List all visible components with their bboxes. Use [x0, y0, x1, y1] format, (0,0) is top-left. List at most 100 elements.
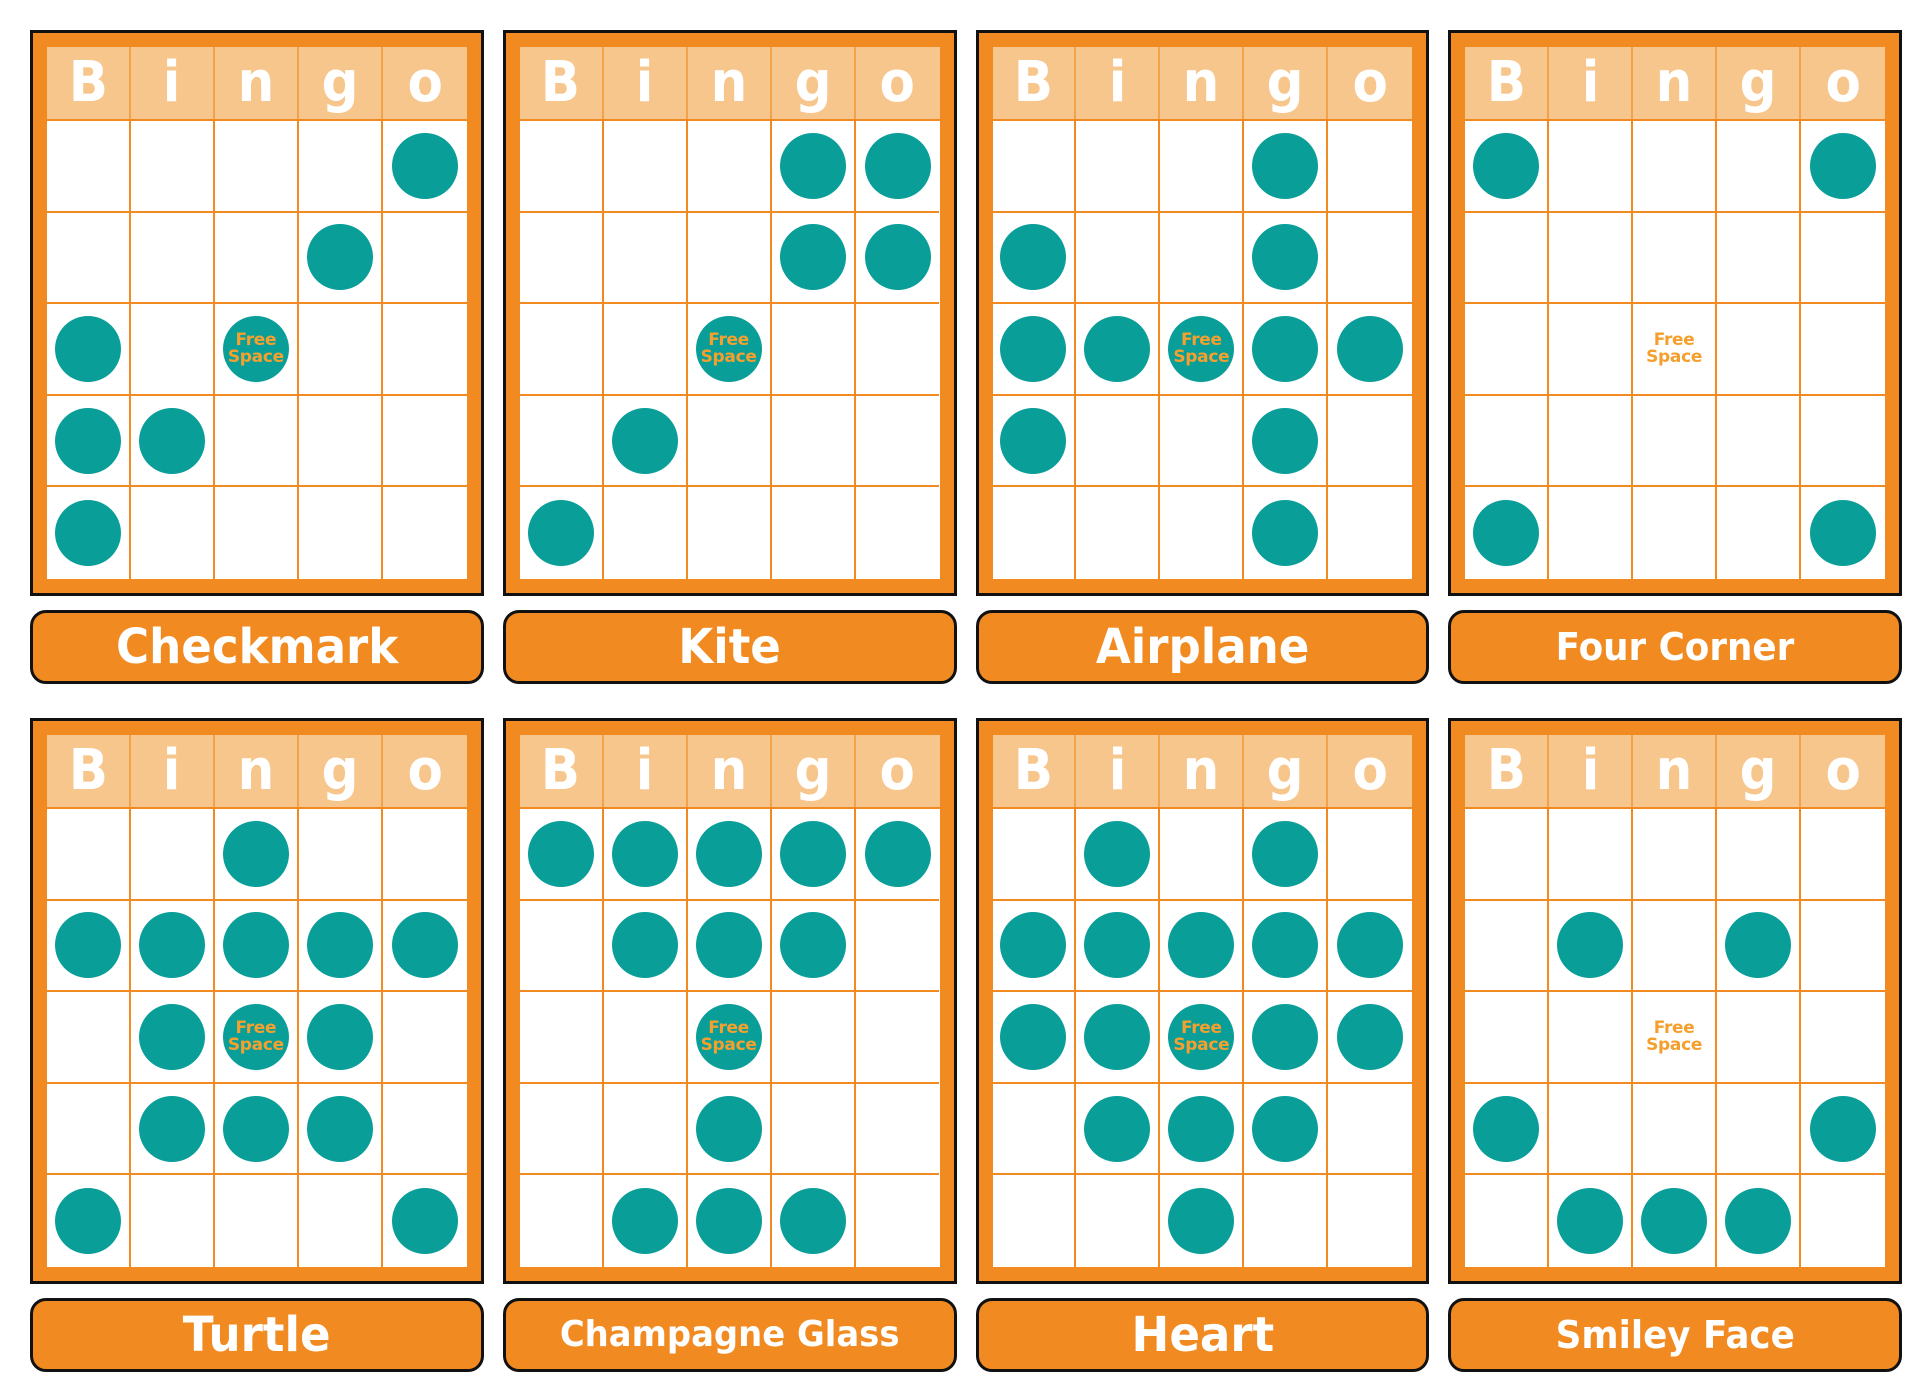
bingo-cell-O4[interactable]: [855, 1084, 940, 1176]
bingo-cell-I1[interactable]: [130, 121, 215, 213]
bingo-cell-B4[interactable]: [1465, 1083, 1550, 1176]
bingo-cell-B3[interactable]: [992, 992, 1077, 1084]
bingo-cell-B4[interactable]: [992, 395, 1077, 488]
bingo-cell-O5[interactable]: [856, 1175, 940, 1267]
bingo-cell-O3[interactable]: [855, 304, 940, 396]
bingo-cell-G4[interactable]: [1244, 1083, 1329, 1176]
bingo-cell-N1[interactable]: [687, 809, 772, 901]
bingo-cell-B3[interactable]: [992, 304, 1077, 396]
bingo-cell-I5[interactable]: [1076, 1175, 1161, 1267]
bingo-cell-I3[interactable]: [130, 304, 215, 396]
bingo-cell-O3[interactable]: [382, 304, 467, 396]
bingo-cell-I2[interactable]: [1549, 212, 1634, 305]
bingo-cell-G4[interactable]: [298, 1083, 383, 1176]
bingo-cell-O1[interactable]: [855, 809, 940, 901]
bingo-cell-I2[interactable]: [603, 212, 688, 305]
bingo-cell-N5[interactable]: [1633, 1175, 1718, 1267]
bingo-cell-B2[interactable]: [519, 212, 604, 305]
bingo-cell-O1[interactable]: [382, 809, 467, 901]
bingo-cell-I2[interactable]: [1549, 900, 1634, 993]
bingo-cell-G5[interactable]: [772, 487, 856, 579]
bingo-cell-I3[interactable]: [1549, 992, 1634, 1084]
bingo-cell-O2[interactable]: [1328, 901, 1413, 993]
bingo-cell-G1[interactable]: [771, 809, 856, 901]
bingo-cell-I4[interactable]: [1549, 1083, 1634, 1176]
bingo-cell-N3[interactable]: Free Space: [687, 992, 772, 1084]
bingo-cell-N1[interactable]: [214, 809, 299, 901]
bingo-cell-N2[interactable]: [687, 212, 772, 305]
bingo-cell-O1[interactable]: [1801, 809, 1885, 901]
bingo-cell-G5[interactable]: [299, 1175, 383, 1267]
bingo-cell-N5[interactable]: [1160, 1175, 1245, 1267]
bingo-cell-O2[interactable]: [1328, 213, 1413, 305]
bingo-cell-N5[interactable]: [215, 1175, 299, 1267]
bingo-cell-G1[interactable]: [1244, 809, 1329, 901]
bingo-cell-B5[interactable]: [520, 1175, 604, 1267]
bingo-cell-I5[interactable]: [131, 487, 215, 579]
bingo-cell-I4[interactable]: [603, 1083, 688, 1176]
bingo-cell-G5[interactable]: [1717, 1175, 1802, 1267]
bingo-cell-I5[interactable]: [604, 487, 688, 579]
bingo-cell-O5[interactable]: [1801, 1175, 1885, 1267]
bingo-cell-N4[interactable]: [214, 395, 299, 488]
bingo-cell-O2[interactable]: [855, 901, 940, 993]
bingo-cell-B5[interactable]: [993, 487, 1077, 579]
bingo-cell-B3[interactable]: [1465, 992, 1550, 1084]
bingo-cell-N5[interactable]: [688, 1175, 772, 1267]
bingo-cell-O4[interactable]: [855, 396, 940, 488]
bingo-cell-O3[interactable]: [1801, 304, 1885, 396]
bingo-cell-B3[interactable]: [519, 304, 604, 396]
bingo-cell-I4[interactable]: [1076, 1083, 1161, 1176]
bingo-cell-N1[interactable]: [687, 121, 772, 213]
bingo-cell-O5[interactable]: [383, 487, 467, 579]
bingo-cell-G5[interactable]: [299, 487, 383, 579]
bingo-cell-O5[interactable]: [1801, 487, 1885, 579]
bingo-cell-N4[interactable]: [1633, 395, 1718, 488]
bingo-cell-O1[interactable]: [855, 121, 940, 213]
bingo-cell-G3[interactable]: [771, 992, 856, 1084]
bingo-cell-N3[interactable]: Free Space: [214, 992, 299, 1084]
bingo-cell-N4[interactable]: [1160, 1083, 1245, 1176]
bingo-cell-O4[interactable]: [1328, 396, 1413, 488]
bingo-cell-I3[interactable]: [1076, 304, 1161, 396]
bingo-cell-I2[interactable]: [130, 900, 215, 993]
bingo-cell-B3[interactable]: [47, 304, 131, 396]
bingo-cell-G2[interactable]: [771, 212, 856, 305]
bingo-cell-I1[interactable]: [603, 809, 688, 901]
bingo-cell-O3[interactable]: [1328, 304, 1413, 396]
bingo-cell-B2[interactable]: [992, 900, 1077, 993]
bingo-cell-N4[interactable]: [214, 1083, 299, 1176]
bingo-cell-B1[interactable]: [992, 809, 1077, 901]
bingo-cell-B4[interactable]: [519, 1083, 604, 1176]
bingo-cell-G3[interactable]: [771, 304, 856, 396]
bingo-cell-O4[interactable]: [382, 396, 467, 488]
bingo-cell-B5[interactable]: [1465, 487, 1550, 579]
bingo-cell-I3[interactable]: [603, 992, 688, 1084]
bingo-cell-G3[interactable]: [298, 304, 383, 396]
bingo-cell-N1[interactable]: [1633, 121, 1718, 213]
bingo-cell-O5[interactable]: [856, 487, 940, 579]
bingo-cell-B4[interactable]: [992, 1083, 1077, 1176]
bingo-cell-G4[interactable]: [771, 395, 856, 488]
bingo-cell-I1[interactable]: [130, 809, 215, 901]
bingo-cell-I5[interactable]: [1076, 487, 1161, 579]
bingo-cell-O1[interactable]: [1801, 121, 1885, 213]
bingo-cell-I2[interactable]: [603, 900, 688, 993]
bingo-cell-N5[interactable]: [1633, 487, 1718, 579]
bingo-cell-O2[interactable]: [382, 901, 467, 993]
bingo-cell-I5[interactable]: [604, 1175, 688, 1267]
bingo-cell-G1[interactable]: [1244, 121, 1329, 213]
bingo-cell-O5[interactable]: [383, 1175, 467, 1267]
bingo-cell-O4[interactable]: [1328, 1084, 1413, 1176]
bingo-cell-G1[interactable]: [771, 121, 856, 213]
bingo-cell-N1[interactable]: [1633, 809, 1718, 901]
bingo-cell-I4[interactable]: [1076, 395, 1161, 488]
bingo-cell-N4[interactable]: [1160, 395, 1245, 488]
bingo-cell-N5[interactable]: [215, 487, 299, 579]
bingo-cell-B2[interactable]: [1465, 212, 1550, 305]
bingo-cell-G1[interactable]: [298, 121, 383, 213]
bingo-cell-N1[interactable]: [214, 121, 299, 213]
bingo-cell-I2[interactable]: [1076, 212, 1161, 305]
bingo-cell-O5[interactable]: [1328, 487, 1412, 579]
bingo-cell-B2[interactable]: [992, 212, 1077, 305]
